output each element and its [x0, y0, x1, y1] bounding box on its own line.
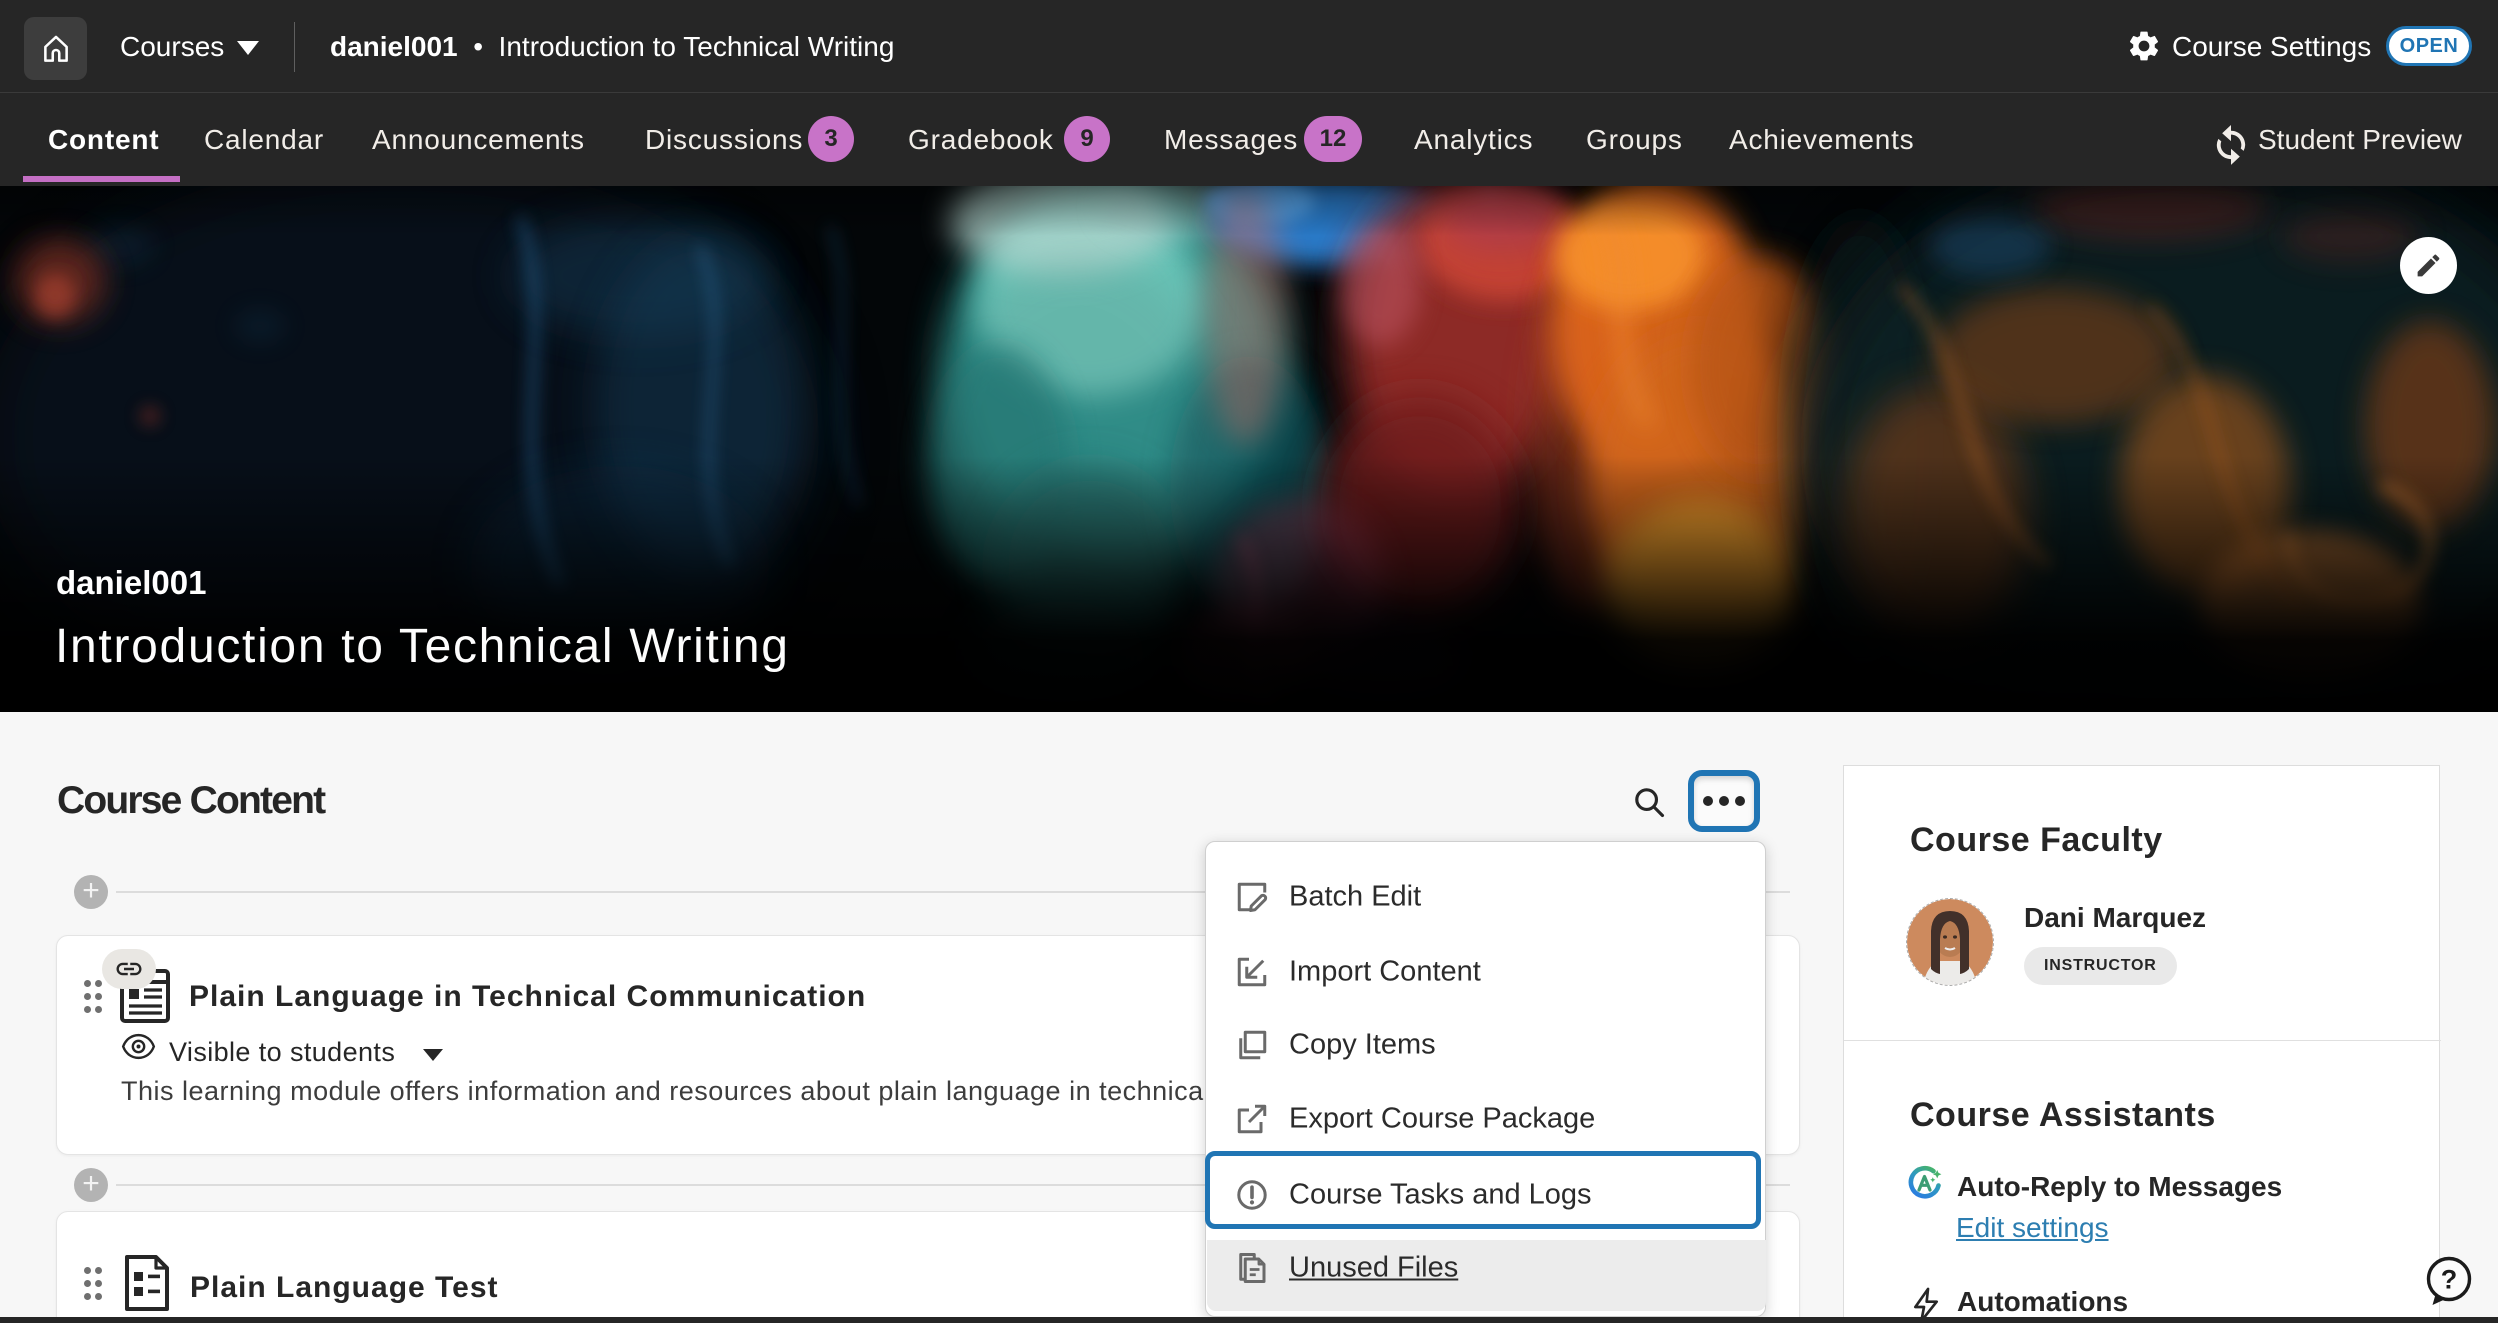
svg-text:?: ? — [2441, 1265, 2458, 1295]
